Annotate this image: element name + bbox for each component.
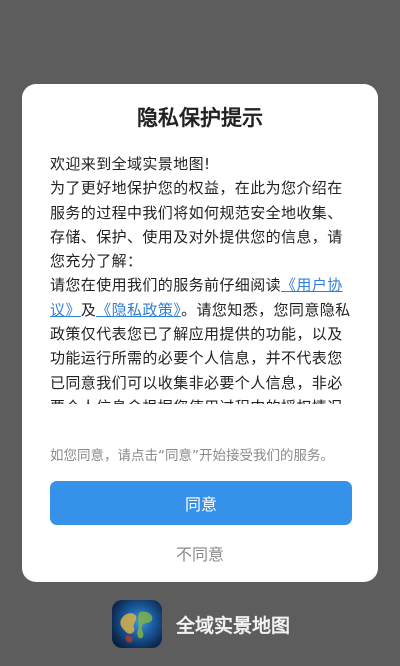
app-brand: 全域实景地图 — [112, 600, 290, 648]
read-prefix-text: 请您在使用我们的服务前仔细阅读 — [50, 276, 282, 295]
intro-text: 为了更好地保护您的权益，在此为您介绍在服务的过程中我们将如何规范安全地收集、存储… — [50, 179, 343, 271]
privacy-policy-link[interactable]: 《隐私政策》 — [96, 301, 181, 319]
read-notice: 请您在使用我们的服务前仔细阅读《用户协议》及《隐私政策》。请您知悉，您同意隐私政… — [50, 273, 356, 404]
welcome-text: 欢迎来到全域实景地图! — [50, 155, 211, 173]
app-name: 全域实景地图 — [176, 614, 291, 637]
privacy-body-text: 欢迎来到全域实景地图! 为了更好地保护您的权益，在此为您介绍在服务的过程中我们将… — [50, 152, 356, 404]
disagree-button[interactable]: 不同意 — [22, 541, 378, 565]
globe-map-icon — [112, 600, 162, 648]
agree-button[interactable]: 同意 — [50, 481, 352, 525]
and-text: 及 — [80, 300, 97, 319]
dialog-title: 隐私保护提示 — [137, 106, 263, 130]
consent-hint: 如您同意，请点击“同意”开始接受我们的服务。 — [50, 448, 334, 464]
privacy-dialog: 隐私保护提示 欢迎来到全域实景地图! 为了更好地保护您的权益，在此为您介绍在服务… — [22, 84, 378, 582]
